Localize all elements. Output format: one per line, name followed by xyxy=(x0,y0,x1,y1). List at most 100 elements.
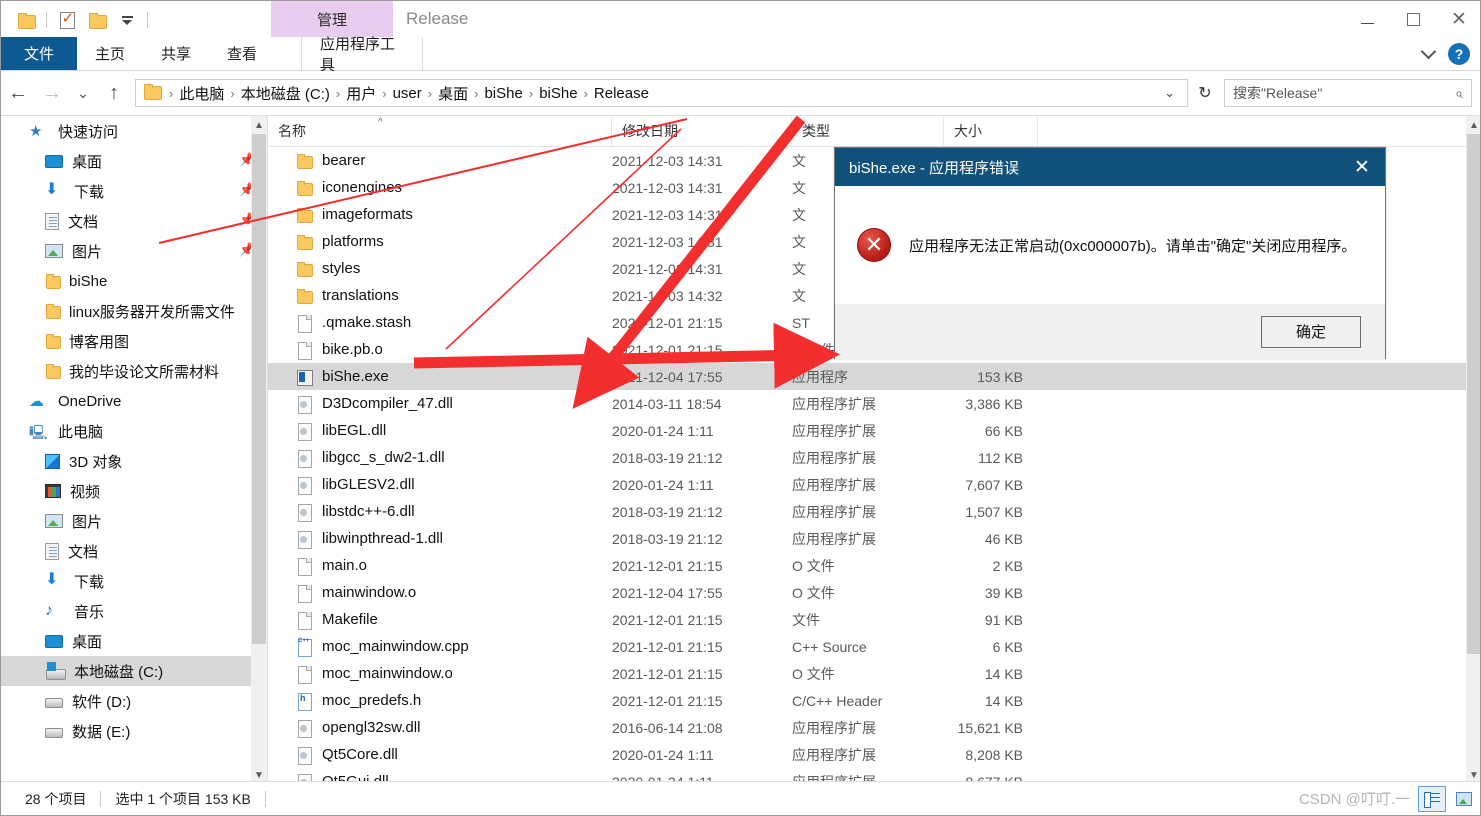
pin-icon[interactable]: 📌 xyxy=(239,243,255,256)
breadcrumb[interactable]: › 此电脑 › 本地磁盘 (C:) › 用户 › user › 桌面 › biS… xyxy=(135,79,1188,107)
table-row[interactable]: Makefile 2021-12-01 21:15 文件 91 KB xyxy=(268,606,1467,633)
scroll-up-icon[interactable]: ▲ xyxy=(251,116,267,134)
table-row[interactable]: moc_mainwindow.o 2021-12-01 21:15 O 文件 14 K… xyxy=(268,660,1467,687)
file-type-cell: 文 xyxy=(792,206,806,223)
sidebar-item-5[interactable]: biShe xyxy=(1,266,267,296)
file-type-cell: 文 xyxy=(792,233,806,250)
recent-locations-chevron-down-icon[interactable]: ⌄ xyxy=(69,71,97,115)
table-row[interactable]: libGLESV2.dll 2020-01-24 1:11 应用程序扩展 7,607 … xyxy=(268,471,1467,498)
ok-button[interactable]: 确定 xyxy=(1261,315,1361,348)
close-icon[interactable]: ✕ xyxy=(1339,148,1385,186)
table-row[interactable]: libgcc_s_dw2-1.dll 2018-03-19 21:12 应用程序扩展… xyxy=(268,444,1467,471)
tab-view[interactable]: 查看 xyxy=(209,37,275,70)
arrow-up-icon[interactable]: ↑ xyxy=(97,71,131,115)
arrow-left-icon[interactable]: ← xyxy=(1,71,35,115)
breadcrumb-item-c-drive[interactable]: 本地磁盘 (C:) xyxy=(237,83,334,104)
tab-home[interactable]: 主页 xyxy=(77,37,143,70)
sidebar-item-18[interactable]: 本地磁盘 (C:) xyxy=(1,656,267,686)
sidebar-item-7[interactable]: 博客用图 xyxy=(1,326,267,356)
sidebar-item-19[interactable]: 软件 (D:) xyxy=(1,686,267,716)
breadcrumb-item-bishe[interactable]: biShe xyxy=(480,85,526,102)
sidebar-item-15[interactable]: ⬇ 下载 xyxy=(1,566,267,596)
sidebar-item-14[interactable]: 文档 xyxy=(1,536,267,566)
minimize-button[interactable] xyxy=(1344,1,1390,37)
scroll-up-icon[interactable]: ▲ xyxy=(1466,116,1480,134)
properties-checkbox-icon[interactable] xyxy=(52,5,82,35)
breadcrumb-item-this-pc[interactable]: 此电脑 xyxy=(175,83,228,104)
sidebar-item-1[interactable]: 桌面 📌 xyxy=(1,146,267,176)
file-list-scrollbar[interactable]: ▲ ▼ xyxy=(1466,116,1480,784)
tab-share[interactable]: 共享 xyxy=(143,37,209,70)
customize-qat-icon[interactable] xyxy=(112,5,142,35)
pin-icon[interactable]: 📌 xyxy=(239,153,255,166)
file-name-label: libgcc_s_dw2-1.dll xyxy=(322,449,445,466)
folder-icon[interactable] xyxy=(11,5,41,35)
breadcrumb-item-bishe-2[interactable]: biShe xyxy=(535,85,581,102)
column-header-type[interactable]: 类型 xyxy=(792,116,944,146)
column-header-name[interactable]: 名称 ^ xyxy=(268,116,612,146)
navigation-scrollbar[interactable]: ▲ ▼ xyxy=(251,116,267,784)
navigation-scroll-thumb[interactable] xyxy=(252,134,266,644)
breadcrumb-item-users[interactable]: 用户 xyxy=(342,83,380,104)
sidebar-item-label: OneDrive xyxy=(58,392,122,410)
tab-application-tools[interactable]: 应用程序工具 xyxy=(301,36,424,74)
table-row[interactable]: libwinpthread-1.dll 2018-03-19 21:12 应用程序扩… xyxy=(268,525,1467,552)
breadcrumb-item-user[interactable]: user xyxy=(389,85,426,102)
sidebar-item-6[interactable]: linux服务器开发所需文件 xyxy=(1,296,267,326)
new-folder-icon[interactable] xyxy=(82,5,112,35)
sidebar-item-12[interactable]: 视频 xyxy=(1,476,267,506)
table-row[interactable]: opengl32sw.dll 2016-06-14 21:08 应用程序扩展 15,6… xyxy=(268,714,1467,741)
chevron-down-icon[interactable] xyxy=(1420,43,1437,59)
file-date-cell: 2021-12-01 21:15 xyxy=(612,611,723,628)
file-date-cell: 2018-03-19 21:12 xyxy=(612,530,723,547)
sidebar-item-16[interactable]: ♪ 音乐 xyxy=(1,596,267,626)
help-question-icon[interactable]: ? xyxy=(1448,42,1470,65)
column-header-date[interactable]: 修改日期 xyxy=(612,116,792,146)
pin-icon[interactable]: 📌 xyxy=(239,213,255,226)
address-dropdown-chevron-down-icon[interactable]: ⌄ xyxy=(1164,85,1183,101)
column-header-filler[interactable] xyxy=(1038,116,1467,146)
refresh-icon[interactable]: ↻ xyxy=(1190,79,1220,107)
table-row[interactable]: libEGL.dll 2020-01-24 1:11 应用程序扩展 66 KB xyxy=(268,417,1467,444)
sidebar-item-3[interactable]: 文档 📌 xyxy=(1,206,267,236)
file-type-cell: 应用程序扩展 xyxy=(792,746,876,763)
pin-icon[interactable]: 📌 xyxy=(239,183,255,196)
arrow-right-icon[interactable]: → xyxy=(35,71,69,115)
file-size-cell: 39 KB xyxy=(984,584,1023,601)
maximize-button[interactable] xyxy=(1390,1,1436,37)
file-type-cell: 应用程序扩展 xyxy=(792,395,876,412)
breadcrumb-item-release[interactable]: Release xyxy=(590,85,653,102)
table-row[interactable]: libstdc++-6.dll 2018-03-19 21:12 应用程序扩展 1,5… xyxy=(268,498,1467,525)
close-button[interactable]: ✕ xyxy=(1436,1,1480,37)
breadcrumb-item-desktop[interactable]: 桌面 xyxy=(434,83,472,104)
file-date-cell: 2021-12-01 21:15 xyxy=(612,557,723,574)
table-row[interactable]: moc_mainwindow.cpp 2021-12-01 21:15 C++ So… xyxy=(268,633,1467,660)
table-row[interactable]: D3Dcompiler_47.dll 2014-03-11 18:54 应用程序扩展… xyxy=(268,390,1467,417)
sidebar-item-13[interactable]: 图片 xyxy=(1,506,267,536)
table-row[interactable]: moc_predefs.h2021-12-01 21:15C/C++ Heade… xyxy=(268,687,1467,714)
large-icons-view-icon[interactable] xyxy=(1450,786,1478,812)
sidebar-item-4[interactable]: 图片 📌 xyxy=(1,236,267,266)
table-row[interactable]: biShe.exe 2021-12-04 17:55 应用程序 153 KB xyxy=(268,363,1467,390)
file-name-label: moc_predefs.h xyxy=(322,692,422,709)
folder-icon xyxy=(45,274,61,289)
sidebar-item-0[interactable]: ★ 快速访问 xyxy=(1,116,267,146)
documents-icon xyxy=(45,212,59,230)
search-input[interactable]: 搜索"Release" ⌕ xyxy=(1224,79,1472,107)
file-list-scroll-thumb[interactable] xyxy=(1467,134,1480,654)
table-row[interactable]: main.o 2021-12-01 21:15 O 文件 2 KB xyxy=(268,552,1467,579)
sidebar-item-9[interactable]: ☁ OneDrive xyxy=(1,386,267,416)
column-header-size[interactable]: 大小 xyxy=(944,116,1038,146)
sidebar-item-20[interactable]: 数据 (E:) xyxy=(1,716,267,746)
search-icon[interactable]: ⌕ xyxy=(1455,85,1463,102)
folder-icon xyxy=(296,180,313,196)
sidebar-item-17[interactable]: 桌面 xyxy=(1,626,267,656)
tab-file[interactable]: 文件 xyxy=(1,37,77,70)
sidebar-item-10[interactable]: 🖳 此电脑 xyxy=(1,416,267,446)
sidebar-item-11[interactable]: 3D 对象 xyxy=(1,446,267,476)
details-view-icon[interactable] xyxy=(1418,785,1446,812)
sidebar-item-2[interactable]: ⬇ 下载 📌 xyxy=(1,176,267,206)
table-row[interactable]: mainwindow.o 2021-12-04 17:55 O 文件 39 KB xyxy=(268,579,1467,606)
sidebar-item-8[interactable]: 我的毕设论文所需材料 xyxy=(1,356,267,386)
table-row[interactable]: Qt5Core.dll 2020-01-24 1:11 应用程序扩展 8,208 KB xyxy=(268,741,1467,768)
